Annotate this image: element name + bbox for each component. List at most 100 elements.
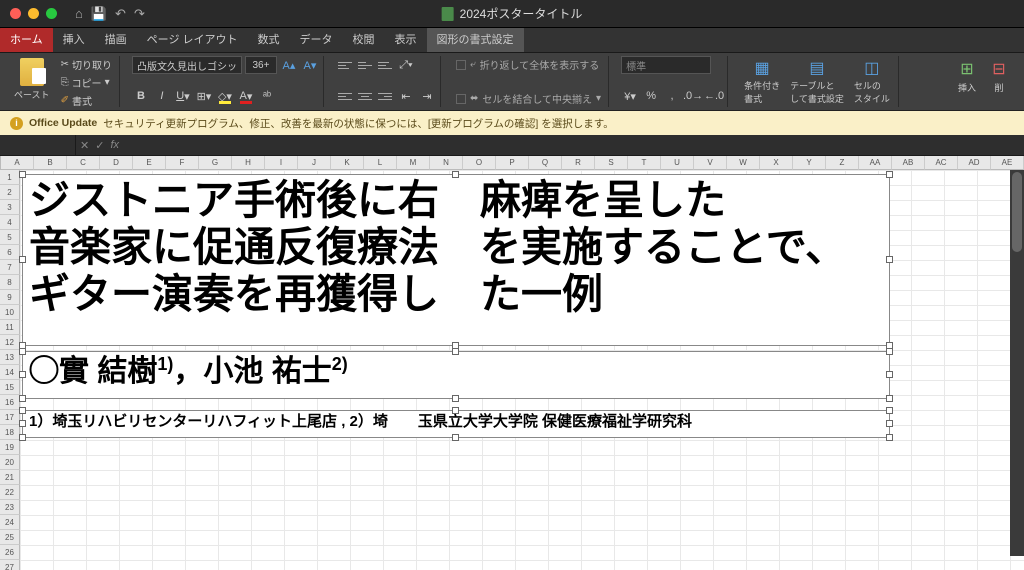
align-top[interactable] [336, 57, 354, 73]
row-header[interactable]: 15 [0, 380, 20, 395]
row-header[interactable]: 12 [0, 335, 20, 350]
align-left[interactable] [336, 88, 354, 104]
col-header[interactable]: Z [826, 156, 859, 170]
col-header[interactable]: AC [925, 156, 958, 170]
col-header[interactable]: I [265, 156, 298, 170]
tab-review[interactable]: 校閲 [343, 26, 385, 52]
increase-decimal[interactable]: .0→ [684, 87, 702, 105]
col-header[interactable]: N [430, 156, 463, 170]
percent-button[interactable]: % [642, 87, 660, 105]
tab-formulas[interactable]: 数式 [248, 26, 290, 52]
insert-cells-button[interactable]: ⊞挿入 [952, 56, 982, 107]
currency-button[interactable]: ¥▾ [621, 87, 639, 105]
home-icon[interactable]: ⌂ [75, 6, 83, 21]
cell-grid[interactable]: ジストニア手術後に右 麻痺を呈した 音楽家に促通反復療法 を実施することで、 ギ… [20, 170, 1024, 570]
resize-handle[interactable] [19, 371, 26, 378]
cut-button[interactable]: ✂切り取り [58, 56, 115, 73]
bold-button[interactable]: B [132, 87, 150, 105]
resize-handle[interactable] [19, 256, 26, 263]
col-header[interactable]: AB [892, 156, 925, 170]
authors-textbox[interactable]: ◯實 結樹1)，小池 祐士2) [22, 351, 890, 399]
col-header[interactable]: W [727, 156, 760, 170]
row-header[interactable]: 24 [0, 515, 20, 530]
row-header[interactable]: 18 [0, 425, 20, 440]
col-header[interactable]: L [364, 156, 397, 170]
underline-button[interactable]: U▾ [174, 87, 192, 105]
row-header[interactable]: 22 [0, 485, 20, 500]
office-update-notice[interactable]: i Office Update セキュリティ更新プログラム、修正、改善を最新の状… [0, 111, 1024, 135]
undo-icon[interactable]: ↶ [115, 6, 126, 22]
col-header[interactable]: M [397, 156, 430, 170]
orientation-button[interactable]: ⤢▾ [397, 56, 415, 74]
cancel-formula[interactable]: ✕ [80, 139, 89, 152]
tab-page-layout[interactable]: ページ レイアウト [137, 26, 248, 52]
resize-handle[interactable] [19, 407, 26, 414]
tab-draw[interactable]: 描画 [95, 26, 137, 52]
resize-handle[interactable] [452, 171, 459, 178]
row-header[interactable]: 9 [0, 290, 20, 305]
row-header[interactable]: 7 [0, 260, 20, 275]
row-header[interactable]: 4 [0, 215, 20, 230]
col-header[interactable]: U [661, 156, 694, 170]
resize-handle[interactable] [19, 395, 26, 402]
resize-handle[interactable] [886, 256, 893, 263]
col-header[interactable]: X [760, 156, 793, 170]
row-header[interactable]: 20 [0, 455, 20, 470]
row-header[interactable]: 5 [0, 230, 20, 245]
row-header[interactable]: 26 [0, 545, 20, 560]
row-header[interactable]: 6 [0, 245, 20, 260]
resize-handle[interactable] [452, 407, 459, 414]
col-header[interactable]: E [133, 156, 166, 170]
row-header[interactable]: 25 [0, 530, 20, 545]
col-header[interactable]: T [628, 156, 661, 170]
col-header[interactable]: F [166, 156, 199, 170]
redo-icon[interactable]: ↷ [134, 6, 145, 22]
tab-shape-format[interactable]: 図形の書式設定 [427, 26, 524, 52]
save-icon[interactable]: 💾 [91, 6, 107, 22]
col-header[interactable]: Q [529, 156, 562, 170]
resize-handle[interactable] [886, 371, 893, 378]
row-header[interactable]: 17 [0, 410, 20, 425]
resize-handle[interactable] [19, 420, 26, 427]
font-name-select[interactable] [132, 56, 242, 74]
align-bottom[interactable] [376, 57, 394, 73]
tab-view[interactable]: 表示 [385, 26, 427, 52]
resize-handle[interactable] [19, 434, 26, 441]
row-header[interactable]: 21 [0, 470, 20, 485]
col-header[interactable]: AA [859, 156, 892, 170]
resize-handle[interactable] [886, 434, 893, 441]
indent-decrease[interactable]: ⇤ [397, 87, 415, 105]
resize-handle[interactable] [19, 171, 26, 178]
col-header[interactable]: S [595, 156, 628, 170]
vertical-scrollbar[interactable] [1010, 170, 1024, 556]
row-header[interactable]: 10 [0, 305, 20, 320]
phonetic-button[interactable]: ᵃᵇ [258, 87, 276, 105]
number-format-select[interactable] [621, 56, 711, 74]
format-painter-button[interactable]: ✐書式 [58, 92, 115, 109]
col-header[interactable]: R [562, 156, 595, 170]
merge-center-button[interactable]: ⬌セルを結合して中央揃え ▾ [453, 90, 604, 107]
resize-handle[interactable] [886, 348, 893, 355]
resize-handle[interactable] [886, 407, 893, 414]
col-header[interactable]: P [496, 156, 529, 170]
col-header[interactable]: K [331, 156, 364, 170]
col-header[interactable]: H [232, 156, 265, 170]
conditional-format-button[interactable]: ▦条件付き 書式 [740, 56, 784, 107]
maximize-window[interactable] [46, 8, 57, 19]
resize-handle[interactable] [452, 395, 459, 402]
resize-handle[interactable] [886, 395, 893, 402]
row-header[interactable]: 11 [0, 320, 20, 335]
decrease-decimal[interactable]: ←.0 [705, 87, 723, 105]
col-header[interactable]: J [298, 156, 331, 170]
minimize-window[interactable] [28, 8, 39, 19]
row-header[interactable]: 8 [0, 275, 20, 290]
row-header[interactable]: 2 [0, 185, 20, 200]
tab-insert[interactable]: 挿入 [53, 26, 95, 52]
row-header[interactable]: 16 [0, 395, 20, 410]
confirm-formula[interactable]: ✓ [95, 139, 104, 152]
decrease-font-button[interactable]: A▾ [301, 56, 319, 74]
name-box[interactable] [0, 135, 76, 156]
row-header[interactable]: 19 [0, 440, 20, 455]
align-center[interactable] [356, 88, 374, 104]
col-header[interactable]: AD [958, 156, 991, 170]
